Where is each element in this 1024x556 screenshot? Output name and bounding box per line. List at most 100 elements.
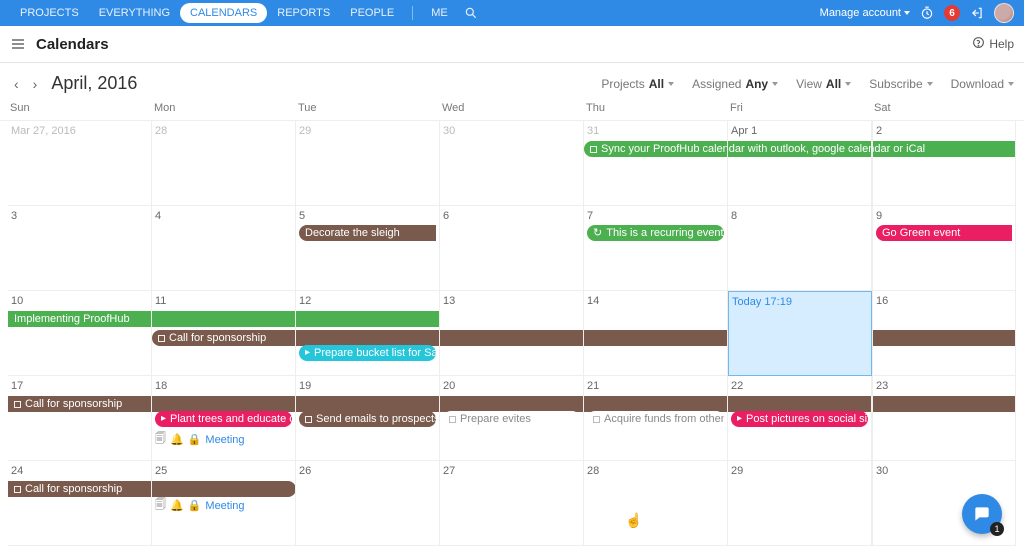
day-cell-today[interactable]: Today 17:19	[728, 291, 872, 376]
month-nav: ‹ ›	[10, 74, 41, 94]
day-cell[interactable]: 10	[8, 291, 152, 376]
day-cell[interactable]: 14	[584, 291, 728, 376]
day-number: 9	[876, 210, 1012, 222]
lock-icon: 🔒	[188, 433, 202, 446]
event-meeting[interactable]: 🗐 🔔 🔒 Meeting	[155, 496, 292, 515]
day-cell[interactable]: 22 ▸ Post pictures on social sit...	[728, 376, 872, 461]
checkbox-icon	[449, 416, 456, 423]
day-cell[interactable]: Apr 1	[728, 121, 872, 206]
event-emails[interactable]: Send emails to prospects	[299, 411, 436, 427]
event-decorate[interactable]: Decorate the sleigh	[299, 225, 436, 241]
subscribe-menu[interactable]: Subscribe	[869, 77, 932, 91]
event-label: Prepare bucket list for Sa...	[314, 345, 436, 361]
event-label: Send emails to prospects	[316, 411, 436, 427]
day-number: 26	[299, 465, 436, 477]
event-meeting[interactable]: 🗐 🔔 🔒 Meeting	[155, 430, 292, 449]
day-cell[interactable]: 17	[8, 376, 152, 461]
nav-everything[interactable]: EVERYTHING	[89, 3, 180, 23]
prev-month-button[interactable]: ‹	[10, 74, 23, 94]
event-plant[interactable]: ▸ Plant trees and educate c...	[155, 411, 292, 427]
day-number: 17	[11, 380, 148, 392]
day-cell[interactable]: 9 Go Green event	[872, 206, 1016, 291]
next-month-button[interactable]: ›	[29, 74, 42, 94]
day-cell[interactable]: 26	[296, 461, 440, 546]
day-cell[interactable]: 29	[296, 121, 440, 206]
day-number: Mar 27, 2016	[11, 125, 148, 137]
event-postpics[interactable]: ▸ Post pictures on social sit...	[731, 411, 868, 427]
logout-icon[interactable]	[970, 6, 984, 20]
day-number: 14	[587, 295, 724, 307]
chat-fab[interactable]: 1	[962, 494, 1002, 534]
day-cell[interactable]: 5 Decorate the sleigh	[296, 206, 440, 291]
dow-header: Sun Mon Tue Wed Thu Fri Sat	[0, 102, 1024, 120]
help-link[interactable]: Help	[972, 36, 1014, 52]
nav-calendars[interactable]: CALENDARS	[180, 3, 267, 23]
nav-reports[interactable]: REPORTS	[267, 3, 340, 23]
day-number: 28	[155, 125, 292, 137]
day-cell[interactable]: 28	[584, 461, 728, 546]
day-number: 30	[876, 465, 1012, 477]
filter-projects-label: Projects	[601, 77, 644, 91]
day-number: 29	[299, 125, 436, 137]
day-cell[interactable]: 29	[728, 461, 872, 546]
day-cell[interactable]: 19 Send emails to prospects	[296, 376, 440, 461]
day-cell[interactable]: 21 Acquire funds from other ...	[584, 376, 728, 461]
day-cell[interactable]: 23	[872, 376, 1016, 461]
day-cell[interactable]: 6	[440, 206, 584, 291]
page-header: Calendars Help	[0, 26, 1024, 63]
notification-badge[interactable]: 6	[944, 5, 960, 21]
chevron-down-icon	[845, 82, 851, 86]
day-cell[interactable]: 13	[440, 291, 584, 376]
search-icon[interactable]	[458, 2, 484, 24]
flag-icon: ▸	[305, 345, 310, 361]
event-label: Post pictures on social sit...	[746, 411, 868, 427]
day-cell[interactable]: 2	[872, 121, 1016, 206]
day-cell[interactable]: 12 ▸ Prepare bucket list for Sa...	[296, 291, 440, 376]
bell-icon: 🔔	[170, 433, 184, 446]
day-cell[interactable]: 25 🗐 🔔 🔒 Meeting	[152, 461, 296, 546]
day-cell[interactable]: 31	[584, 121, 728, 206]
day-number: 24	[11, 465, 148, 477]
day-cell[interactable]: 3	[8, 206, 152, 291]
event-funds[interactable]: Acquire funds from other ...	[587, 411, 724, 427]
nav-projects[interactable]: PROJECTS	[10, 3, 89, 23]
event-evites[interactable]: Prepare evites	[443, 411, 580, 427]
menu-icon[interactable]	[10, 36, 26, 52]
event-recurring[interactable]: ↻ This is a recurring event	[587, 225, 724, 241]
event-label: Meeting	[205, 500, 244, 512]
day-cell[interactable]: 28	[152, 121, 296, 206]
day-number: 7	[587, 210, 724, 222]
page-title: Calendars	[36, 36, 109, 53]
nav-people[interactable]: PEOPLE	[340, 3, 404, 23]
nav-me[interactable]: ME	[421, 3, 458, 23]
calendar-grid: Sync your ProofHub calendar with outlook…	[0, 120, 1024, 554]
day-cell[interactable]: 16	[872, 291, 1016, 376]
event-label: Decorate the sleigh	[305, 225, 400, 241]
chevron-down-icon	[772, 82, 778, 86]
day-cell[interactable]: 30	[440, 121, 584, 206]
chevron-down-icon	[927, 82, 933, 86]
timer-icon[interactable]	[920, 6, 934, 20]
day-cell[interactable]: 27	[440, 461, 584, 546]
day-number: 31	[587, 125, 724, 137]
calendar-filters: Projects All Assigned Any View All Subsc…	[601, 77, 1014, 91]
day-cell[interactable]: 18 ▸ Plant trees and educate c... 🗐 🔔 🔒 …	[152, 376, 296, 461]
avatar[interactable]	[994, 3, 1014, 23]
checkbox-icon	[593, 416, 600, 423]
day-cell[interactable]: 11	[152, 291, 296, 376]
filter-view[interactable]: View All	[796, 77, 851, 91]
day-cell[interactable]: 24	[8, 461, 152, 546]
event-bucket[interactable]: ▸ Prepare bucket list for Sa...	[299, 345, 436, 361]
note-icon: 🗐	[155, 496, 166, 515]
manage-account-menu[interactable]: Manage account	[820, 7, 910, 19]
day-cell[interactable]: 8	[728, 206, 872, 291]
nav-separator	[412, 6, 413, 20]
day-cell[interactable]: Mar 27, 2016	[8, 121, 152, 206]
day-cell[interactable]: 20 Prepare evites	[440, 376, 584, 461]
day-cell[interactable]: 7 ↻ This is a recurring event	[584, 206, 728, 291]
filter-assigned[interactable]: Assigned Any	[692, 77, 778, 91]
download-menu[interactable]: Download	[951, 77, 1014, 91]
event-go-green[interactable]: Go Green event	[876, 225, 1012, 241]
filter-projects[interactable]: Projects All	[601, 77, 674, 91]
day-cell[interactable]: 4	[152, 206, 296, 291]
